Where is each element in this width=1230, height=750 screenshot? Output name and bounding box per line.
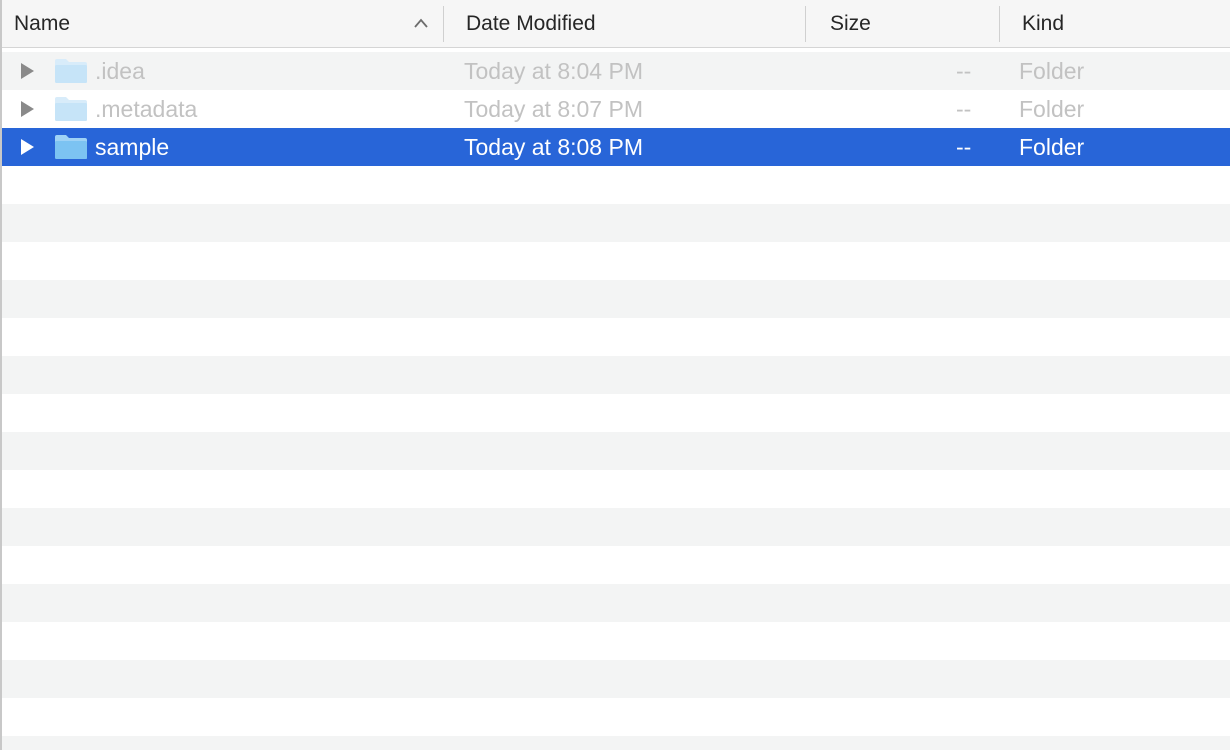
file-name: .idea xyxy=(95,58,145,84)
empty-row-stripe xyxy=(2,280,1230,318)
empty-row-stripe xyxy=(2,584,1230,622)
file-date-modified: Today at 8:07 PM xyxy=(464,96,643,122)
empty-row-stripe xyxy=(2,394,1230,432)
file-kind: Folder xyxy=(1019,58,1085,84)
empty-row-stripe xyxy=(2,546,1230,584)
column-divider[interactable] xyxy=(999,6,1000,42)
disclosure-triangle-icon[interactable] xyxy=(19,100,35,118)
file-kind: Folder xyxy=(1019,134,1085,160)
file-date-modified: Today at 8:04 PM xyxy=(464,58,643,84)
file-row-sample[interactable]: sample Today at 8:08 PM -- Folder xyxy=(2,128,1230,166)
disclosure-triangle-icon[interactable] xyxy=(19,62,35,80)
file-date-modified: Today at 8:08 PM xyxy=(464,134,643,160)
file-name: .metadata xyxy=(95,96,198,122)
empty-row-stripe xyxy=(2,470,1230,508)
empty-row-stripe xyxy=(2,356,1230,394)
column-header-date[interactable]: Date Modified xyxy=(466,0,796,47)
file-name: sample xyxy=(95,134,170,160)
folder-icon xyxy=(55,97,87,121)
empty-row-stripe xyxy=(2,242,1230,280)
column-divider[interactable] xyxy=(443,6,444,42)
file-size: -- xyxy=(956,58,972,84)
finder-list-window: Name Date Modified Size Kind .idea Today… xyxy=(0,0,1230,750)
column-header-size[interactable]: Size xyxy=(830,0,990,47)
empty-row-stripe xyxy=(2,432,1230,470)
column-header-date-label: Date Modified xyxy=(466,12,596,35)
folder-icon xyxy=(55,135,87,159)
empty-row-stripe xyxy=(2,736,1230,750)
chevron-up-icon[interactable] xyxy=(412,16,430,30)
file-row-idea[interactable]: .idea Today at 8:04 PM -- Folder xyxy=(2,52,1230,90)
empty-row-stripe xyxy=(2,166,1230,204)
column-divider[interactable] xyxy=(805,6,806,42)
column-header-size-label: Size xyxy=(830,12,871,35)
column-header-bar: Name Date Modified Size Kind xyxy=(2,0,1230,48)
column-header-name-label: Name xyxy=(14,12,71,35)
column-header-kind-label: Kind xyxy=(1022,12,1065,35)
empty-row-stripe xyxy=(2,622,1230,660)
file-kind: Folder xyxy=(1019,96,1085,122)
empty-row-stripe xyxy=(2,204,1230,242)
column-header-name[interactable]: Name xyxy=(14,0,434,47)
empty-row-stripe xyxy=(2,318,1230,356)
folder-icon xyxy=(55,59,87,83)
file-size: -- xyxy=(956,96,972,122)
empty-row-stripe xyxy=(2,660,1230,698)
file-size: -- xyxy=(956,134,972,160)
disclosure-triangle-icon[interactable] xyxy=(19,138,35,156)
empty-row-stripe xyxy=(2,508,1230,546)
column-header-kind[interactable]: Kind xyxy=(1022,0,1222,47)
file-row-metadata[interactable]: .metadata Today at 8:07 PM -- Folder xyxy=(2,90,1230,128)
empty-row-stripe xyxy=(2,698,1230,736)
